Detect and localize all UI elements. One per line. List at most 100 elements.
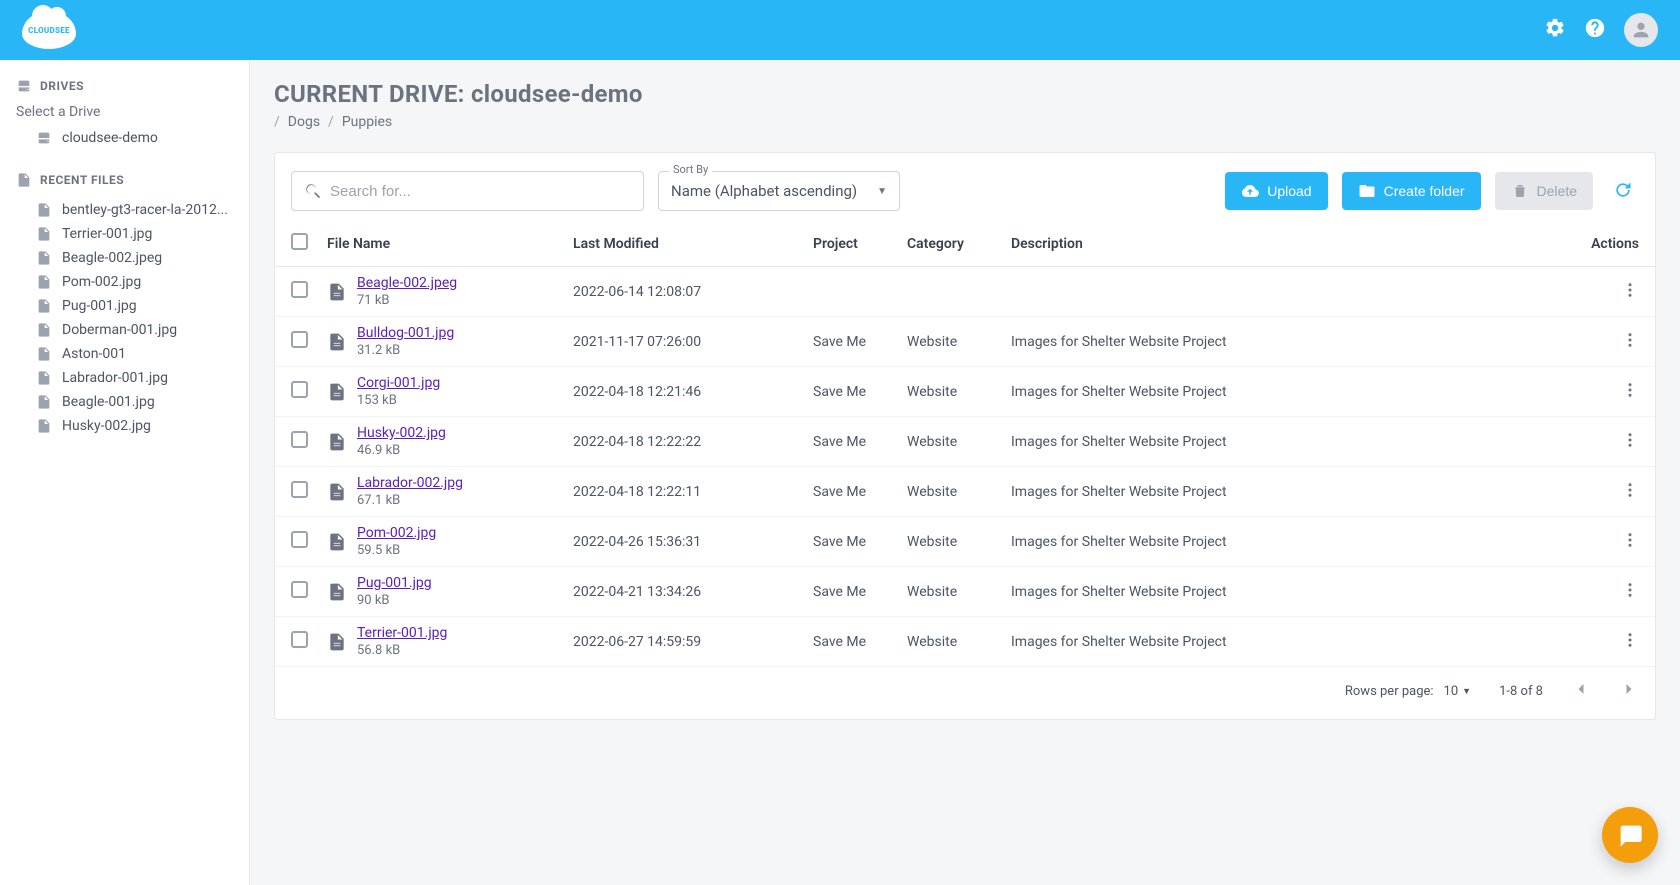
sidebar-recent-item[interactable]: Beagle-001.jpg	[16, 390, 233, 414]
row-menu-button[interactable]	[1621, 481, 1639, 499]
cell-category: Website	[899, 467, 1003, 517]
file-name-link[interactable]: Beagle-002.jpeg	[357, 275, 457, 291]
brand-logo[interactable]: CLOUDSEE	[22, 11, 76, 49]
cell-description	[1003, 267, 1565, 317]
breadcrumb-item[interactable]: Puppies	[328, 114, 392, 130]
table-row: Corgi-001.jpg153 kB2022-04-18 12:21:46Sa…	[275, 367, 1655, 417]
more-vert-icon	[1621, 281, 1639, 299]
cell-description: Images for Shelter Website Project	[1003, 367, 1565, 417]
next-page-button[interactable]	[1619, 679, 1639, 703]
sidebar-item-label: cloudsee-demo	[62, 130, 158, 146]
prev-page-button[interactable]	[1571, 679, 1591, 703]
sidebar-item-label: Labrador-001.jpg	[62, 370, 168, 386]
col-description[interactable]: Description	[1003, 223, 1565, 267]
cell-last-modified: 2022-04-18 12:21:46	[565, 367, 805, 417]
col-last-modified[interactable]: Last Modified	[565, 223, 805, 267]
cell-project	[805, 267, 899, 317]
row-menu-button[interactable]	[1621, 631, 1639, 649]
row-checkbox[interactable]	[291, 331, 308, 348]
file-size: 31.2 kB	[357, 343, 454, 358]
row-checkbox[interactable]	[291, 581, 308, 598]
help-icon[interactable]	[1584, 17, 1606, 43]
row-menu-button[interactable]	[1621, 331, 1639, 349]
row-menu-button[interactable]	[1621, 431, 1639, 449]
row-checkbox[interactable]	[291, 481, 308, 498]
row-checkbox[interactable]	[291, 381, 308, 398]
chat-button[interactable]	[1602, 807, 1658, 863]
sidebar-recent-item[interactable]: Pug-001.jpg	[16, 294, 233, 318]
file-icon	[36, 418, 52, 434]
table-row: Husky-002.jpg46.9 kB2022-04-18 12:22:22S…	[275, 417, 1655, 467]
file-icon	[36, 394, 52, 410]
table-row: Pug-001.jpg90 kB2022-04-21 13:34:26Save …	[275, 567, 1655, 617]
file-size: 56.8 kB	[357, 643, 447, 658]
pagination-range: 1-8 of 8	[1499, 684, 1543, 699]
search-input-wrap[interactable]	[291, 171, 644, 211]
cell-category: Website	[899, 417, 1003, 467]
sidebar-recent-item[interactable]: bentley-gt3-racer-la-2012...	[16, 198, 233, 222]
account-avatar[interactable]	[1624, 13, 1658, 47]
file-name-link[interactable]: Pug-001.jpg	[357, 575, 432, 591]
row-checkbox[interactable]	[291, 281, 308, 298]
sidebar-item-label: Husky-002.jpg	[62, 418, 151, 434]
select-all-checkbox[interactable]	[291, 233, 308, 250]
topbar: CLOUDSEE	[0, 0, 1680, 60]
sidebar-item-label: Beagle-002.jpeg	[62, 250, 162, 266]
row-checkbox[interactable]	[291, 531, 308, 548]
sidebar-recent-item[interactable]: Terrier-001.jpg	[16, 222, 233, 246]
file-icon	[36, 274, 52, 290]
search-input[interactable]	[330, 183, 631, 200]
row-checkbox[interactable]	[291, 631, 308, 648]
file-name-link[interactable]: Corgi-001.jpg	[357, 375, 440, 391]
file-name-link[interactable]: Husky-002.jpg	[357, 425, 446, 441]
col-file-name[interactable]: File Name	[319, 223, 565, 267]
sidebar-recent-item[interactable]: Pom-002.jpg	[16, 270, 233, 294]
row-menu-button[interactable]	[1621, 531, 1639, 549]
rows-per-page: Rows per page: 10 ▼	[1345, 684, 1471, 699]
file-name-link[interactable]: Pom-002.jpg	[357, 525, 436, 541]
cell-category: Website	[899, 367, 1003, 417]
sidebar-recent-item[interactable]: Beagle-002.jpeg	[16, 246, 233, 270]
row-menu-button[interactable]	[1621, 281, 1639, 299]
rows-per-page-select[interactable]: 10 ▼	[1444, 684, 1472, 699]
sidebar-recent-item[interactable]: Doberman-001.jpg	[16, 318, 233, 342]
delete-button[interactable]: Delete	[1495, 172, 1593, 210]
cell-last-modified: 2022-04-26 15:36:31	[565, 517, 805, 567]
cell-project: Save Me	[805, 317, 899, 367]
breadcrumb-item[interactable]: Dogs	[274, 114, 320, 130]
cell-project: Save Me	[805, 517, 899, 567]
row-menu-button[interactable]	[1621, 581, 1639, 599]
file-icon	[327, 632, 347, 652]
sidebar-item-label: Terrier-001.jpg	[62, 226, 152, 242]
cell-last-modified: 2021-11-17 07:26:00	[565, 317, 805, 367]
create-folder-button[interactable]: Create folder	[1342, 172, 1481, 210]
sidebar-recent-item[interactable]: Labrador-001.jpg	[16, 366, 233, 390]
table-footer: Rows per page: 10 ▼ 1-8 of 8	[275, 667, 1655, 719]
row-checkbox[interactable]	[291, 431, 308, 448]
harddrive-icon	[36, 130, 52, 146]
file-icon	[16, 172, 32, 188]
refresh-button[interactable]	[1607, 174, 1639, 209]
sidebar-drive-item[interactable]: cloudsee-demo	[16, 126, 233, 150]
sidebar-item-label: Beagle-001.jpg	[62, 394, 155, 410]
cell-project: Save Me	[805, 617, 899, 667]
file-name-link[interactable]: Labrador-002.jpg	[357, 475, 463, 491]
sidebar-recent-item[interactable]: Husky-002.jpg	[16, 414, 233, 438]
col-category[interactable]: Category	[899, 223, 1003, 267]
sidebar-recent-item[interactable]: Aston-001	[16, 342, 233, 366]
drives-heading: DRIVES	[16, 78, 233, 94]
sort-select[interactable]: Sort By Name (Alphabet ascending) ▼	[658, 171, 900, 211]
upload-button[interactable]: Upload	[1225, 172, 1327, 210]
gear-icon[interactable]	[1544, 17, 1566, 43]
col-project[interactable]: Project	[805, 223, 899, 267]
file-icon	[36, 202, 52, 218]
file-icon	[327, 582, 347, 602]
sidebar-item-label: Doberman-001.jpg	[62, 322, 177, 338]
file-name-link[interactable]: Bulldog-001.jpg	[357, 325, 454, 341]
row-menu-button[interactable]	[1621, 381, 1639, 399]
cell-description: Images for Shelter Website Project	[1003, 467, 1565, 517]
cell-last-modified: 2022-06-27 14:59:59	[565, 617, 805, 667]
file-name-link[interactable]: Terrier-001.jpg	[357, 625, 447, 641]
table-row: Pom-002.jpg59.5 kB2022-04-26 15:36:31Sav…	[275, 517, 1655, 567]
trash-icon	[1511, 182, 1529, 200]
